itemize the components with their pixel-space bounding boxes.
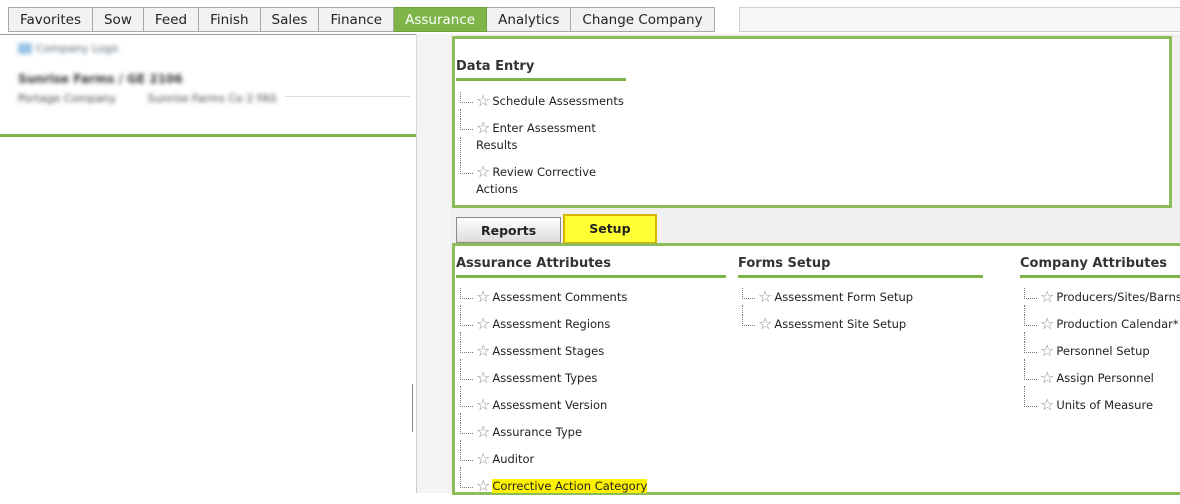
company-name: Sunrise Farms / GE 2106	[18, 72, 183, 86]
star-outline-icon[interactable]: ☆	[476, 162, 490, 181]
star-outline-icon[interactable]: ☆	[476, 395, 490, 414]
company-group: Portage Company Sunrise Farms Co 2 FAS	[18, 92, 277, 105]
main-content: Data Entry ☆ Schedule Assessments ☆ Enter …	[450, 34, 1180, 495]
pane-splitter[interactable]	[412, 34, 451, 493]
menu-item-assessment-stages[interactable]: ☆ Assessment Stages	[456, 332, 726, 360]
group-label: Portage Company	[18, 92, 117, 105]
menu-item-assurance-type[interactable]: ☆ Assurance Type	[456, 413, 726, 441]
star-outline-icon[interactable]: ☆	[1040, 287, 1054, 306]
menu-item-personnel-setup[interactable]: ☆ Personnel Setup	[1020, 332, 1180, 360]
star-outline-icon[interactable]: ☆	[476, 368, 490, 387]
company-logo: Company Logo	[18, 42, 118, 55]
report-setup-tabs: Reports Setup	[456, 214, 657, 244]
menu-item-review-corrective-actions[interactable]: ☆ Review Corrective Actions	[456, 137, 616, 198]
highlighted-item-label: Corrective Action Category	[492, 479, 648, 493]
menu-item-producers-sites-barns[interactable]: ☆ Producers/Sites/Barns*	[1020, 288, 1180, 306]
tab-sow[interactable]: Sow	[92, 7, 144, 32]
data-entry-panel: Data Entry ☆ Schedule Assessments ☆ Enter …	[452, 36, 1172, 208]
module-tabs: Favorites Sow Feed Finish Sales Finance …	[8, 7, 715, 33]
menu-item-corrective-action-category[interactable]: ☆ Corrective Action Category	[456, 467, 726, 495]
menu-item-assessment-site-setup[interactable]: ☆ Assessment Site Setup	[738, 305, 983, 333]
star-outline-icon[interactable]: ☆	[758, 314, 772, 333]
menu-item-enter-assessment-results[interactable]: ☆ Enter Assessment Results	[456, 109, 616, 154]
menu-item-units-of-measure[interactable]: ☆ Units of Measure	[1020, 386, 1180, 414]
tab-reports[interactable]: Reports	[456, 217, 562, 243]
star-outline-icon[interactable]: ☆	[476, 449, 490, 468]
logo-alt-text: Company Logo	[36, 42, 119, 55]
divider	[285, 96, 410, 97]
forms-setup-title: Forms Setup	[738, 256, 983, 278]
star-outline-icon[interactable]: ☆	[476, 476, 490, 495]
image-icon	[18, 43, 32, 54]
menu-item-auditor[interactable]: ☆ Auditor	[456, 440, 726, 468]
company-attributes-list: ☆ Producers/Sites/Barns* ☆ Production Cale…	[1020, 288, 1180, 414]
tab-change-company[interactable]: Change Company	[571, 7, 715, 32]
splitter-grip[interactable]	[412, 384, 413, 432]
setup-panel: Assurance Attributes ☆ Assessment Comment…	[452, 243, 1180, 495]
top-navigation: Favorites Sow Feed Finish Sales Finance …	[0, 0, 1180, 35]
menu-item-assign-personnel[interactable]: ☆ Assign Personnel	[1020, 359, 1180, 387]
forms-setup-section: Forms Setup ☆ Assessment Form Setup ☆ Asse…	[738, 256, 983, 342]
data-entry-list: ☆ Schedule Assessments ☆ Enter Assessment …	[456, 92, 626, 198]
star-outline-icon[interactable]: ☆	[1040, 395, 1054, 414]
nav-filler	[739, 7, 1180, 32]
forms-setup-list: ☆ Assessment Form Setup ☆ Assessment Site …	[738, 288, 983, 333]
menu-item-assessment-version[interactable]: ☆ Assessment Version	[456, 386, 726, 414]
tab-analytics[interactable]: Analytics	[487, 7, 572, 32]
star-outline-icon[interactable]: ☆	[476, 314, 490, 333]
company-info-panel: Company Logo Sunrise Farms / GE 2106 Por…	[0, 34, 418, 137]
star-outline-icon[interactable]: ☆	[476, 118, 490, 137]
star-outline-icon[interactable]: ☆	[1040, 314, 1054, 333]
company-attributes-section: Company Attributes ☆ Producers/Sites/Barn…	[1020, 256, 1180, 423]
assurance-attributes-title: Assurance Attributes	[456, 256, 726, 278]
tab-finance[interactable]: Finance	[319, 7, 395, 32]
assurance-attributes-section: Assurance Attributes ☆ Assessment Comment…	[456, 256, 726, 504]
star-outline-icon[interactable]: ☆	[476, 341, 490, 360]
tab-finish[interactable]: Finish	[199, 7, 261, 32]
menu-item-schedule-assessments[interactable]: ☆ Schedule Assessments	[456, 92, 626, 110]
tab-assurance[interactable]: Assurance	[394, 7, 488, 32]
star-outline-icon[interactable]: ☆	[758, 287, 772, 306]
group-value: Sunrise Farms Co 2 FAS	[147, 92, 277, 105]
star-outline-icon[interactable]: ☆	[1040, 368, 1054, 387]
company-attributes-title: Company Attributes	[1020, 256, 1180, 278]
menu-item-production-calendar[interactable]: ☆ Production Calendar*	[1020, 305, 1180, 333]
assurance-attributes-list: ☆ Assessment Comments ☆ Assessment Regions…	[456, 288, 726, 495]
star-outline-icon[interactable]: ☆	[476, 422, 490, 441]
star-outline-icon[interactable]: ☆	[476, 287, 490, 306]
tab-setup[interactable]: Setup	[563, 214, 657, 244]
tab-sales[interactable]: Sales	[260, 7, 320, 32]
menu-item-assessment-regions[interactable]: ☆ Assessment Regions	[456, 305, 726, 333]
data-entry-title: Data Entry	[456, 59, 626, 81]
splitter-line	[416, 134, 417, 493]
star-outline-icon[interactable]: ☆	[476, 91, 490, 110]
menu-item-assessment-types[interactable]: ☆ Assessment Types	[456, 359, 726, 387]
menu-item-assessment-form-setup[interactable]: ☆ Assessment Form Setup	[738, 288, 983, 306]
menu-item-assessment-comments[interactable]: ☆ Assessment Comments	[456, 288, 726, 306]
tab-feed[interactable]: Feed	[143, 7, 200, 32]
tab-favorites[interactable]: Favorites	[8, 7, 93, 32]
star-outline-icon[interactable]: ☆	[1040, 341, 1054, 360]
